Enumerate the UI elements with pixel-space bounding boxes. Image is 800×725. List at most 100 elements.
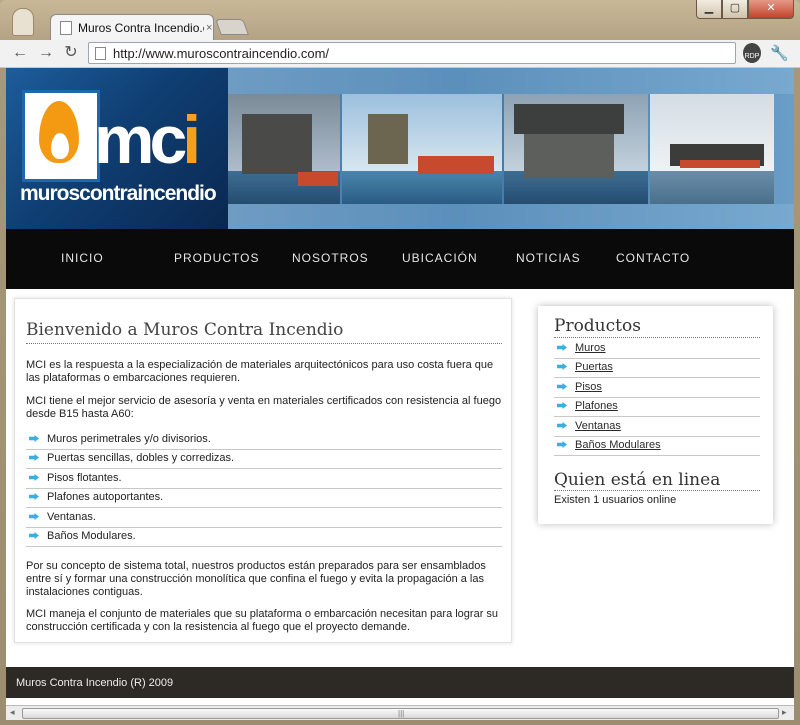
brand-wordmark: muroscontraincendio (20, 182, 217, 205)
rdp-extension-icon[interactable]: RDP (743, 43, 761, 63)
nav-item-ubicacion[interactable]: UBICACIÓN (402, 251, 478, 265)
photo-sea (342, 171, 502, 204)
flame-core (51, 133, 69, 159)
brand-mark: mci (94, 106, 201, 174)
nav-item-inicio[interactable]: INICIO (61, 251, 104, 265)
arrow-icon (557, 383, 567, 390)
site-footer: Muros Contra Incendio (R) 2009 (6, 667, 794, 698)
page-icon (95, 46, 106, 60)
list-item-text: Ventanas. (47, 511, 96, 523)
products-divider (554, 337, 760, 338)
list-item-text: Baños Modulares. (47, 530, 136, 542)
nav-item-noticias[interactable]: NOTICIAS (516, 251, 581, 265)
platform-photo (342, 94, 502, 204)
back-arrow-icon[interactable]: ← (10, 43, 30, 63)
vessel-shape (298, 172, 338, 186)
arrow-icon (29, 454, 39, 461)
product-link[interactable]: Puertas (575, 361, 613, 373)
scroll-right-icon[interactable]: ▸ (782, 707, 787, 718)
list-item: Pisos flotantes. (26, 469, 502, 489)
arrow-icon (557, 363, 567, 370)
list-item: Plafones autoportantes. (26, 488, 502, 508)
sidebar-item-plafones: Plafones (554, 397, 760, 417)
list-item-text: Muros perimetrales y/o divisorios. (47, 433, 211, 445)
minimize-button[interactable]: ▁ (696, 0, 722, 19)
main-navigation: INICIO PRODUCTOS NOSOTROS UBICACIÓN NOTI… (6, 229, 794, 289)
close-window-button[interactable]: ✕ (748, 0, 794, 19)
rig-shape (524, 134, 614, 178)
scrollbar-thumb[interactable]: ||| (22, 708, 779, 719)
user-profile-icon[interactable] (12, 8, 34, 36)
mosaic-strip (228, 68, 794, 94)
browser-toolbar: ← → ↻ RDP 🔧 (0, 40, 800, 68)
product-link[interactable]: Pisos (575, 381, 602, 393)
sidebar-item-pisos: Pisos (554, 378, 760, 398)
new-tab-button[interactable] (215, 19, 249, 35)
arrow-icon (29, 532, 39, 539)
url-input[interactable] (113, 45, 713, 61)
grip-icon: ||| (398, 709, 405, 718)
platform-photo (228, 94, 340, 204)
product-link[interactable]: Plafones (575, 400, 618, 412)
page-gutter (6, 698, 794, 705)
sidebar-item-puertas: Puertas (554, 358, 760, 378)
brand-mark-main: mc (94, 102, 187, 178)
rig-shape (368, 114, 408, 164)
online-divider (554, 490, 760, 491)
body-paragraph: Por su concepto de sistema total, nuestr… (26, 560, 486, 598)
flame-logo-icon (22, 90, 100, 182)
tab-close-icon[interactable]: × (206, 22, 212, 34)
site-banner: mci muroscontraincendio (6, 68, 794, 229)
main-content: Bienvenido a Muros Contra Incendio MCI e… (14, 298, 512, 643)
sidebar-item-muros: Muros (554, 339, 760, 359)
arrow-icon (557, 344, 567, 351)
reload-icon[interactable]: ↻ (61, 43, 81, 63)
sidebar-item-banos: Baños Modulares (554, 436, 760, 456)
product-link[interactable]: Ventanas (575, 420, 621, 432)
scroll-left-icon[interactable]: ◂ (10, 707, 15, 718)
list-item-text: Pisos flotantes. (47, 472, 122, 484)
arrow-icon (29, 474, 39, 481)
site-logo[interactable]: mci muroscontraincendio (6, 68, 228, 229)
vessel-shape (418, 156, 494, 174)
mosaic-strip (228, 204, 794, 229)
list-item: Puertas sencillas, dobles y corredizas. (26, 449, 502, 469)
title-divider (26, 343, 502, 344)
rig-shape (242, 114, 312, 174)
photo-sea (650, 171, 774, 204)
arrow-icon (557, 402, 567, 409)
products-heading: Productos (554, 316, 641, 336)
horizontal-scrollbar[interactable]: ◂ ||| ▸ (6, 705, 794, 720)
wrench-icon[interactable]: 🔧 (770, 44, 789, 62)
platform-photo (504, 94, 648, 204)
address-bar[interactable] (88, 42, 736, 64)
product-link[interactable]: Muros (575, 342, 606, 354)
maximize-button[interactable]: ▢ (722, 0, 748, 19)
nav-item-nosotros[interactable]: NOSOTROS (292, 251, 369, 265)
list-item: Muros perimetrales y/o divisorios. (26, 430, 502, 450)
list-item: Ventanas. (26, 508, 502, 528)
footer-text: Muros Contra Incendio (R) 2009 (16, 677, 174, 689)
sidebar: Productos Muros Puertas Pisos Plafones V… (538, 306, 773, 524)
intro-paragraph: MCI es la respuesta a la especialización… (26, 359, 494, 384)
arrow-icon (557, 422, 567, 429)
tab-bar: Muros Contra Incendio.co × ▁ ▢ ✕ (0, 0, 800, 41)
online-users-text: Existen 1 usuarios online (554, 494, 677, 506)
nav-item-contacto[interactable]: CONTACTO (616, 251, 690, 265)
online-heading: Quien está en linea (554, 470, 721, 490)
rig-shape (514, 104, 624, 134)
arrow-icon (29, 513, 39, 520)
arrow-icon (29, 435, 39, 442)
page-title: Bienvenido a Muros Contra Incendio (26, 320, 344, 340)
list-item-text: Puertas sencillas, dobles y corredizas. (47, 452, 235, 464)
forward-arrow-icon[interactable]: → (36, 43, 56, 63)
arrow-icon (557, 441, 567, 448)
vessel-shape (680, 160, 760, 168)
arrow-icon (29, 493, 39, 500)
list-item: Baños Modulares. (26, 527, 502, 547)
window-controls: ▁ ▢ ✕ (696, 0, 794, 19)
nav-item-productos[interactable]: PRODUCTOS (174, 251, 259, 265)
product-link[interactable]: Baños Modulares (575, 439, 661, 451)
body-paragraph: MCI maneja el conjunto de materiales que… (26, 608, 499, 633)
tab-active[interactable]: Muros Contra Incendio.co × (50, 14, 214, 41)
